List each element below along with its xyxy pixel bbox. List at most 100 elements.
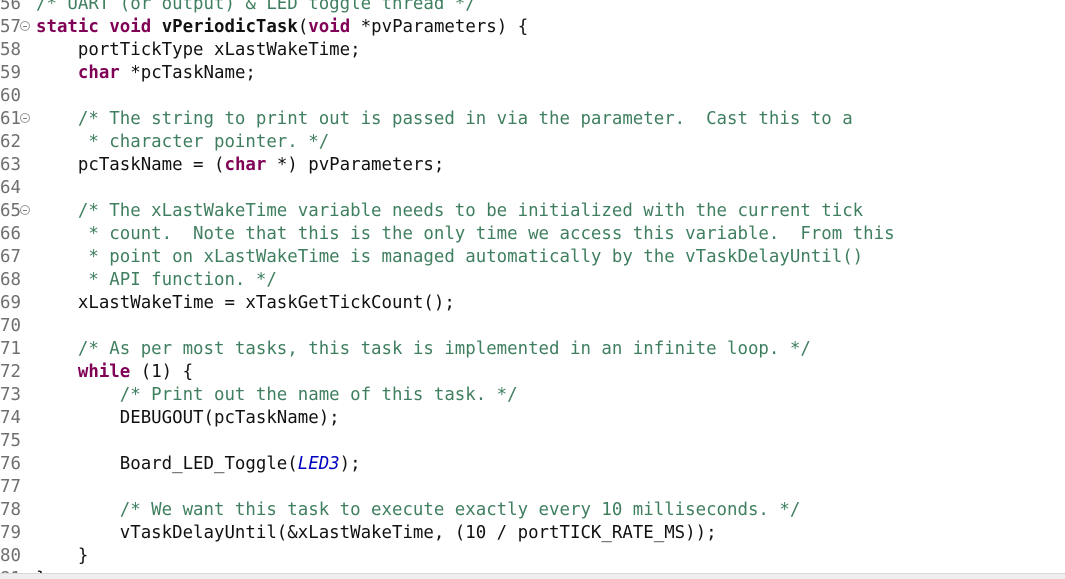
line-number: 69	[0, 293, 21, 313]
line-number: 76	[0, 454, 21, 474]
code-line[interactable]: 74 DEBUGOUT(pcTaskName);	[0, 407, 1065, 430]
code-text: * API function. */	[36, 269, 277, 292]
comment-token: /* Print out the name of this task. */	[36, 385, 518, 405]
code-token: (	[297, 17, 309, 37]
code-token: pcTaskName = (	[36, 155, 225, 175]
code-line[interactable]: 57 static void vPeriodicTask(void *pvPara…	[0, 16, 1065, 39]
code-line[interactable]: 60	[0, 85, 1065, 108]
line-gutter: 75	[0, 430, 36, 453]
code-text: Board_LED_Toggle(LED3);	[36, 453, 361, 476]
code-line[interactable]: 76 Board_LED_Toggle(LED3);	[0, 453, 1065, 476]
code-line[interactable]: 68 * API function. */	[0, 269, 1065, 292]
code-line[interactable]: 78 /* We want this task to execute exact…	[0, 499, 1065, 522]
line-number: 63	[0, 155, 21, 175]
code-text: pcTaskName = (char *) pvParameters;	[36, 154, 444, 177]
line-gutter: 73	[0, 384, 36, 407]
code-line[interactable]: 64	[0, 177, 1065, 200]
code-token: vTaskDelayUntil(&xLastWakeTime, (10 / po…	[36, 523, 717, 543]
code-line[interactable]: 75	[0, 430, 1065, 453]
code-text: /* As per most tasks, this task is imple…	[36, 338, 811, 361]
line-gutter: 77	[0, 476, 36, 499]
code-line[interactable]: 69 xLastWakeTime = xTaskGetTickCount();	[0, 292, 1065, 315]
fold-collapse-icon[interactable]	[20, 113, 30, 123]
code-text: /* Print out the name of this task. */	[36, 384, 518, 407]
code-area[interactable]: 56 /* UART (or output) & LED toggle threa…	[0, 0, 1065, 579]
code-text: DEBUGOUT(pcTaskName);	[36, 407, 340, 430]
code-line[interactable]: 59 char *pcTaskName;	[0, 62, 1065, 85]
code-editor[interactable]: 56 /* UART (or output) & LED toggle threa…	[0, 0, 1065, 579]
keyword-token: char	[224, 155, 267, 175]
line-number: 78	[0, 500, 21, 520]
line-gutter: 69	[0, 292, 36, 315]
code-text: portTickType xLastWakeTime;	[36, 39, 361, 62]
code-text: /* UART (or output) & LED toggle thread …	[36, 0, 476, 16]
line-gutter: 63	[0, 154, 36, 177]
line-gutter: 59	[0, 62, 36, 85]
function-name-token: vPeriodicTask	[161, 17, 298, 37]
line-gutter: 64	[0, 177, 36, 200]
code-line[interactable]: 79 vTaskDelayUntil(&xLastWakeTime, (10 /…	[0, 522, 1065, 545]
code-text: vTaskDelayUntil(&xLastWakeTime, (10 / po…	[36, 522, 717, 545]
code-line[interactable]: 63 pcTaskName = (char *) pvParameters;	[0, 154, 1065, 177]
code-line[interactable]: 56 /* UART (or output) & LED toggle threa…	[0, 0, 1065, 16]
line-gutter: 80	[0, 545, 36, 568]
line-number: 59	[0, 63, 21, 83]
fold-collapse-icon[interactable]	[20, 21, 30, 31]
code-line[interactable]: 70	[0, 315, 1065, 338]
code-text: * point on xLastWakeTime is managed auto…	[36, 246, 863, 269]
line-number: 77	[0, 477, 21, 497]
line-number: 74	[0, 408, 21, 428]
code-line[interactable]: 61 /* The string to print out is passed …	[0, 108, 1065, 131]
comment-token: * API function. */	[36, 270, 277, 290]
line-gutter: 74	[0, 407, 36, 430]
code-text: char *pcTaskName;	[36, 62, 256, 85]
line-gutter: 58	[0, 39, 36, 62]
code-text: while (1) {	[36, 361, 193, 384]
keyword-token: void	[308, 17, 351, 37]
line-gutter: 76	[0, 453, 36, 476]
comment-token: /* The string to print out is passed in …	[36, 109, 853, 129]
line-gutter: 60	[0, 85, 36, 108]
line-number: 66	[0, 224, 21, 244]
code-line[interactable]: 65 /* The xLastWakeTime variable needs t…	[0, 200, 1065, 223]
comment-token: /* As per most tasks, this task is imple…	[36, 339, 811, 359]
code-line[interactable]: 77	[0, 476, 1065, 499]
line-number: 56	[0, 0, 21, 14]
code-token: *pcTaskName;	[119, 63, 256, 83]
line-number: 64	[0, 178, 21, 198]
code-line[interactable]: 73 /* Print out the name of this task. *…	[0, 384, 1065, 407]
comment-token: * character pointer. */	[36, 132, 330, 152]
code-line[interactable]: 66 * count. Note that this is the only t…	[0, 223, 1065, 246]
code-line[interactable]: 80 }	[0, 545, 1065, 568]
fold-collapse-icon[interactable]	[20, 205, 30, 215]
line-gutter: 71	[0, 338, 36, 361]
keyword-token: while	[77, 362, 131, 382]
horizontal-scrollbar[interactable]	[0, 573, 1065, 579]
line-number: 68	[0, 270, 21, 290]
code-line[interactable]: 58 portTickType xLastWakeTime;	[0, 39, 1065, 62]
code-token: *pvParameters) {	[350, 17, 529, 37]
code-line[interactable]: 62 * character pointer. */	[0, 131, 1065, 154]
code-token: xLastWakeTime = xTaskGetTickCount();	[36, 293, 455, 313]
code-line[interactable]: 72 while (1) {	[0, 361, 1065, 384]
line-number: 67	[0, 247, 21, 267]
line-gutter: 67	[0, 246, 36, 269]
comment-token: * point on xLastWakeTime is managed auto…	[36, 247, 864, 267]
line-number: 62	[0, 132, 21, 152]
code-text: /* The string to print out is passed in …	[36, 108, 853, 131]
line-number: 80	[0, 546, 21, 566]
code-token: }	[36, 546, 89, 566]
line-number: 79	[0, 523, 21, 543]
code-token: portTickType xLastWakeTime;	[36, 40, 361, 60]
code-line[interactable]: 67 * point on xLastWakeTime is managed a…	[0, 246, 1065, 269]
code-token: DEBUGOUT(pcTaskName);	[36, 408, 340, 428]
code-text: * count. Note that this is the only time…	[36, 223, 894, 246]
code-line[interactable]: 71 /* As per most tasks, this task is im…	[0, 338, 1065, 361]
line-gutter: 57	[0, 16, 36, 39]
line-gutter: 68	[0, 269, 36, 292]
line-number: 65	[0, 201, 21, 221]
